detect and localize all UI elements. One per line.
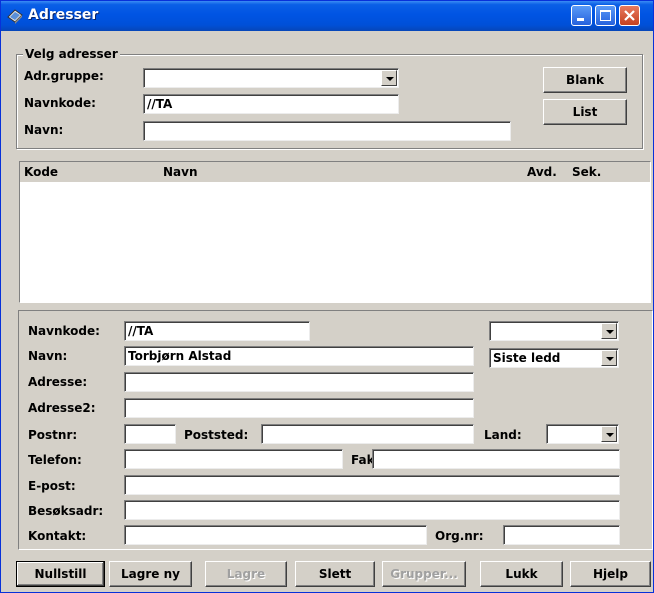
grupper-button[interactable]: Grupper...	[382, 561, 466, 587]
close-button[interactable]	[619, 5, 640, 26]
adr-gruppe-select[interactable]	[143, 68, 399, 88]
nullstill-button[interactable]: Nullstill	[16, 561, 105, 587]
lukk-label: Lukk	[505, 567, 538, 581]
lagre-button[interactable]: Lagre	[205, 561, 287, 587]
book-icon	[7, 9, 23, 24]
telefon-label: Telefon:	[28, 453, 82, 467]
column-header-avd[interactable]: Avd.	[527, 165, 557, 179]
column-header-sek[interactable]: Sek.	[572, 165, 601, 179]
lukk-button[interactable]: Lukk	[480, 561, 563, 587]
results-list[interactable]: Kode Navn Avd. Sek.	[19, 161, 651, 303]
list-button[interactable]: List	[543, 99, 627, 125]
orgnr-label: Org.nr:	[435, 529, 484, 543]
lagre-label: Lagre	[226, 567, 266, 581]
slett-label: Slett	[318, 567, 352, 581]
poststed-input[interactable]	[261, 424, 474, 444]
maximize-button[interactable]	[595, 5, 616, 26]
land-select[interactable]	[546, 424, 619, 444]
ledd-value: Siste ledd	[493, 351, 561, 365]
orgnr-input[interactable]	[503, 525, 620, 545]
poststed-label: Poststed:	[184, 428, 249, 442]
kontakt-input[interactable]	[124, 525, 427, 545]
navn-filter-input[interactable]	[143, 121, 511, 141]
postnr-input[interactable]	[124, 424, 176, 444]
minimize-button[interactable]	[571, 5, 592, 26]
nullstill-label: Nullstill	[34, 567, 87, 581]
adr-gruppe-label: Adr.gruppe:	[24, 69, 104, 83]
type-select[interactable]	[489, 321, 619, 341]
column-header-kode[interactable]: Kode	[24, 165, 58, 179]
adresse2-input[interactable]	[124, 398, 474, 418]
close-icon	[624, 10, 635, 21]
navn-label: Navn:	[28, 349, 68, 363]
navnkode-filter-label: Navnkode:	[24, 96, 96, 110]
lagre-ny-label: Lagre ny	[121, 567, 180, 581]
ledd-select[interactable]: Siste ledd	[489, 348, 619, 368]
slett-button[interactable]: Slett	[295, 561, 375, 587]
lagre-ny-button[interactable]: Lagre ny	[109, 561, 192, 587]
adresser-window: Adresser Velg adresser Adr.gruppe: Navnk…	[0, 0, 654, 593]
epost-label: E-post:	[28, 479, 76, 493]
maximize-icon	[600, 10, 611, 21]
besoksadr-label: Besøksadr:	[28, 504, 104, 518]
blank-button[interactable]: Blank	[543, 67, 627, 93]
blank-label: Blank	[566, 73, 604, 87]
navnkode-filter-input[interactable]: //TA	[143, 94, 399, 114]
epost-input[interactable]	[124, 475, 620, 495]
title-bar[interactable]: Adresser	[1, 1, 653, 31]
list-header: Kode Navn Avd. Sek.	[20, 162, 650, 182]
navn-input[interactable]: Torbjørn Alstad	[124, 346, 474, 366]
minimize-icon	[577, 18, 584, 21]
navnkode-input[interactable]: //TA	[124, 321, 310, 341]
adresse2-label: Adresse2:	[28, 401, 96, 415]
kontakt-label: Kontakt:	[28, 529, 87, 543]
chevron-down-icon[interactable]	[601, 426, 617, 442]
telefon-input[interactable]	[124, 449, 343, 469]
grupper-label: Grupper...	[390, 567, 458, 581]
window-title: Adresser	[28, 7, 99, 23]
navnkode-label: Navnkode:	[28, 324, 100, 338]
list-label: List	[572, 105, 598, 119]
group-title: Velg adresser	[23, 47, 120, 61]
faks-input[interactable]	[372, 449, 620, 469]
navn-filter-label: Navn:	[24, 123, 64, 137]
besoksadr-input[interactable]	[124, 500, 620, 520]
hjelp-label: Hjelp	[593, 567, 628, 581]
land-label: Land:	[484, 428, 522, 442]
chevron-down-icon[interactable]	[381, 70, 397, 86]
adresse-input[interactable]	[124, 372, 474, 392]
chevron-down-icon[interactable]	[601, 323, 617, 339]
chevron-down-icon[interactable]	[601, 350, 617, 366]
hjelp-button[interactable]: Hjelp	[570, 561, 651, 587]
postnr-label: Postnr:	[28, 428, 78, 442]
adresse-label: Adresse:	[28, 375, 88, 389]
column-header-navn[interactable]: Navn	[163, 165, 198, 179]
